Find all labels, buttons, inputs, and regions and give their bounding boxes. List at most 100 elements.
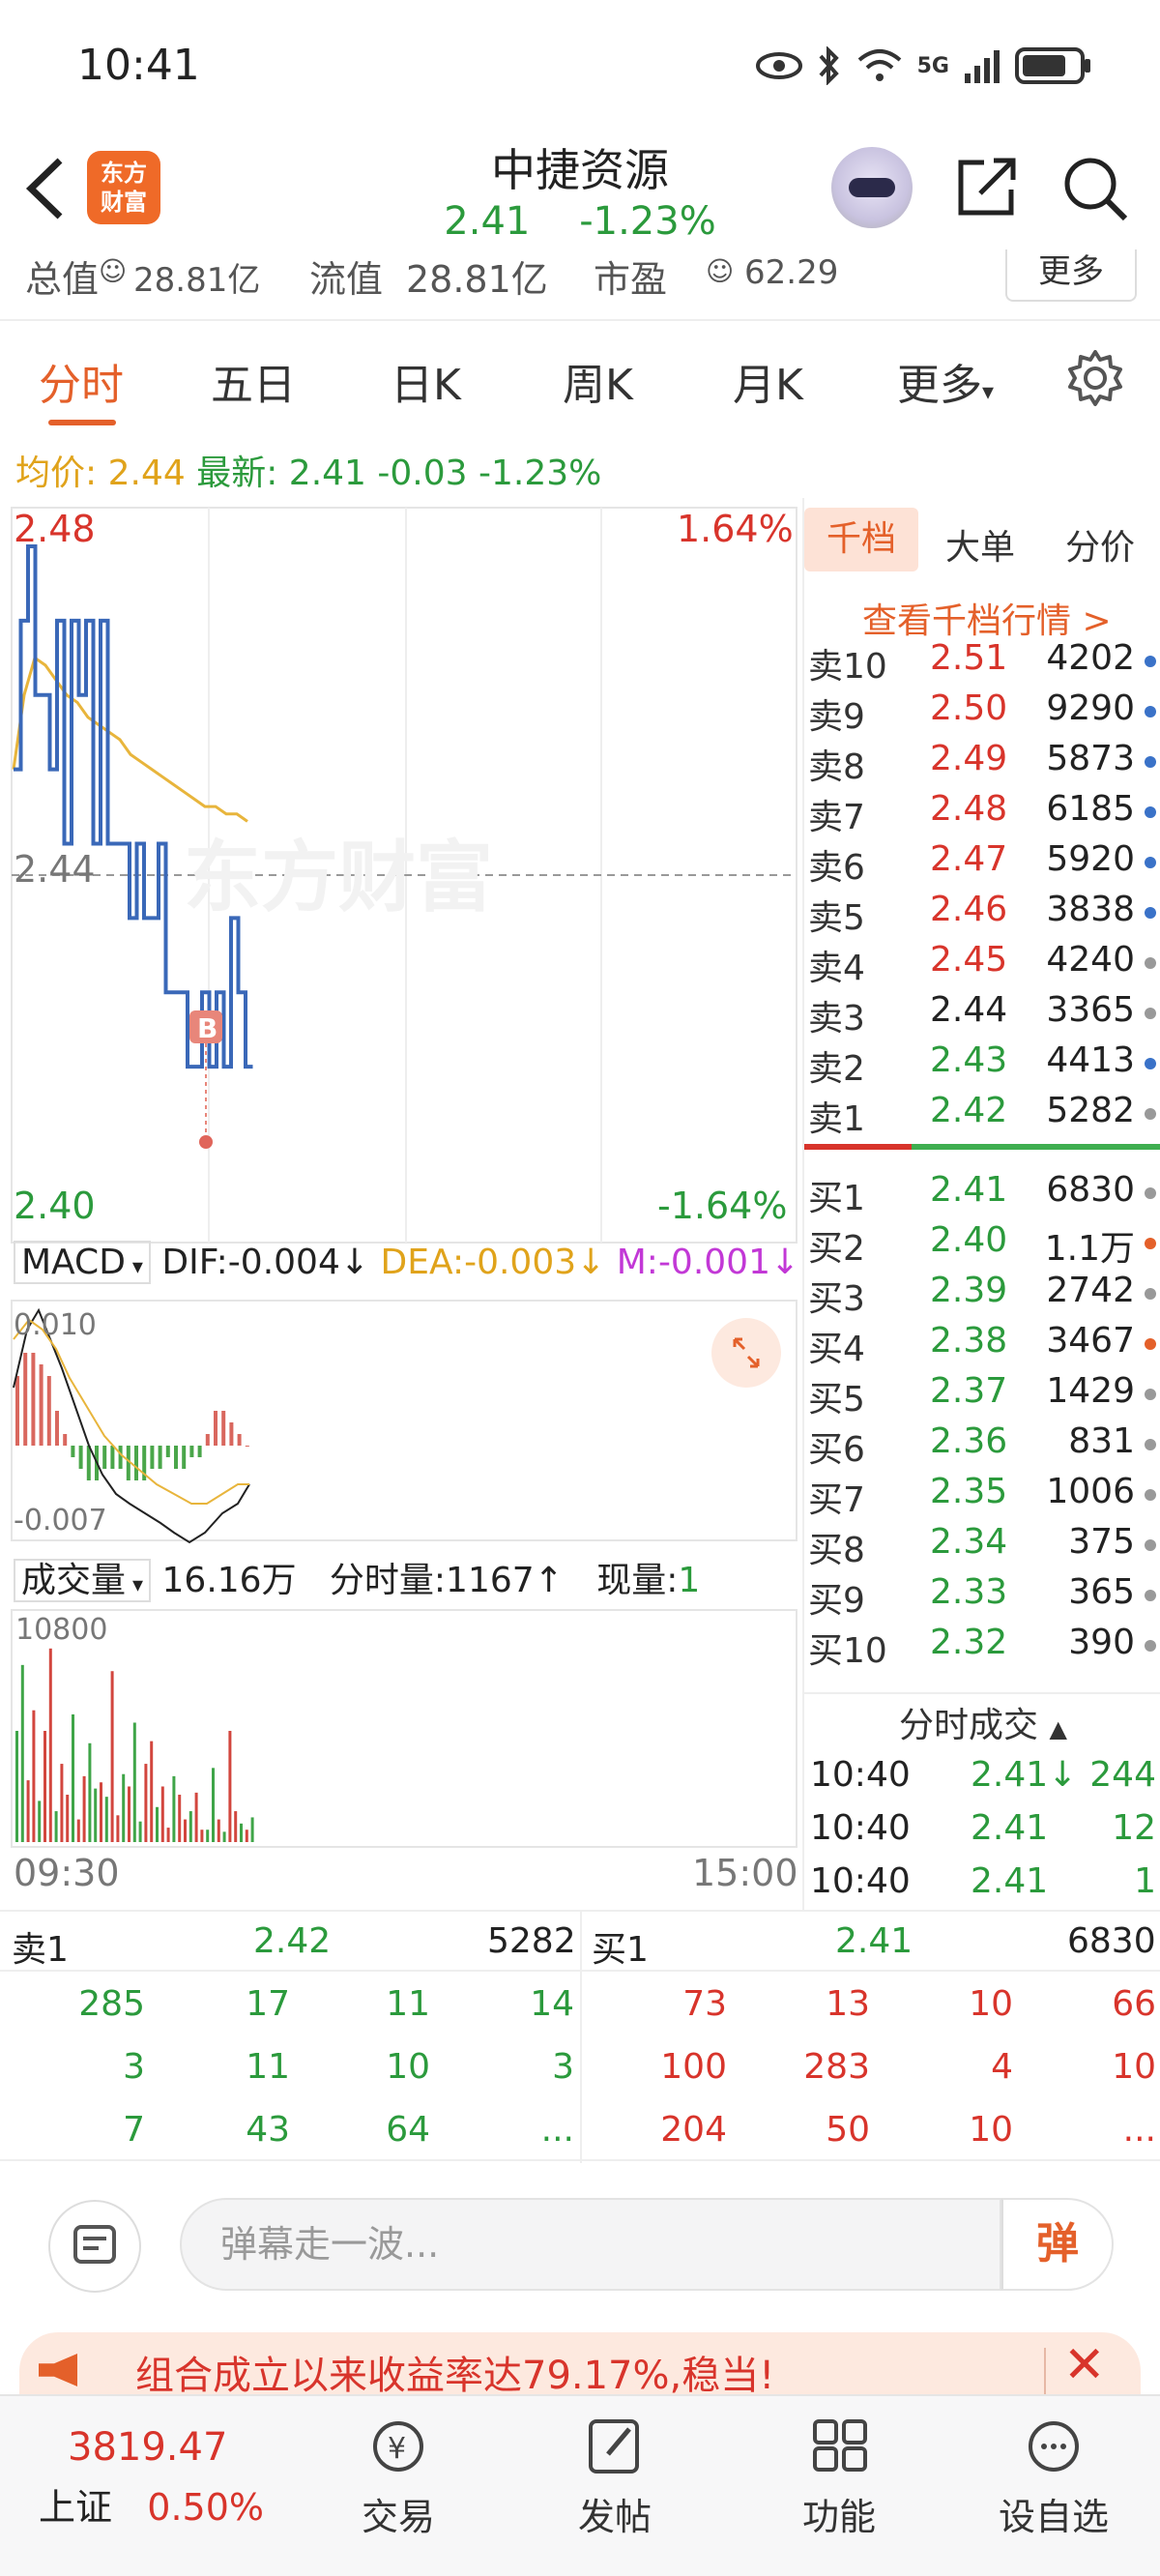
- level-volume: 4202: [1046, 638, 1135, 678]
- level-label: 买3: [808, 1279, 865, 1319]
- volume-bar: [88, 1742, 92, 1842]
- grid-icon: [813, 2419, 867, 2472]
- volume-bar: [116, 1815, 120, 1842]
- ask-row[interactable]: 卖7 2.48 6185: [804, 789, 1160, 839]
- ask-row[interactable]: 卖9 2.50 9290: [804, 688, 1160, 739]
- back-button[interactable]: [21, 155, 79, 232]
- queue-cell: 11: [386, 1984, 430, 2024]
- volume-bar: [128, 1786, 130, 1842]
- ask-row[interactable]: 卖3 2.44 3365: [804, 990, 1160, 1040]
- level-volume: 1429: [1046, 1371, 1135, 1411]
- danmu-input[interactable]: 弹幕走一波...: [180, 2198, 1001, 2291]
- bid-row[interactable]: 买4 2.38 3467: [804, 1321, 1160, 1371]
- nav-post[interactable]: 发帖: [537, 2415, 692, 2540]
- level-label: 卖4: [808, 949, 865, 988]
- change-value: -0.03: [377, 454, 468, 493]
- tab-price-distribution[interactable]: 分价: [1065, 519, 1135, 570]
- bid-row[interactable]: 买9 2.33 365: [804, 1572, 1160, 1623]
- expand-button[interactable]: [711, 1318, 781, 1388]
- ask-row[interactable]: 卖5 2.46 3838: [804, 890, 1160, 940]
- macd-bar: [150, 1446, 155, 1469]
- macd-bar: [86, 1446, 91, 1480]
- level-label: 卖7: [808, 798, 865, 837]
- tab-more[interactable]: 更多▾: [897, 350, 994, 412]
- ai-assistant-icon[interactable]: [831, 147, 913, 228]
- message-button[interactable]: [48, 2200, 141, 2293]
- level-price: 2.46: [930, 890, 1008, 929]
- tick-volume: 分时量:1167: [329, 1561, 535, 1600]
- tab-five-day[interactable]: 五日: [211, 350, 296, 412]
- level-volume: 5873: [1046, 739, 1135, 778]
- pct-low-label: -1.64%: [657, 1185, 788, 1227]
- share-icon[interactable]: [955, 155, 1019, 219]
- tab-daily-k[interactable]: 日K: [391, 350, 461, 412]
- arrow-up-icon: ↑: [534, 1561, 564, 1600]
- level-volume: 4240: [1046, 940, 1135, 980]
- y-high-label: 2.48: [14, 508, 96, 550]
- level-label: 卖6: [808, 848, 865, 888]
- nav-trade[interactable]: ¥ 交易: [321, 2415, 476, 2540]
- ask-row[interactable]: 卖2 2.43 4413: [804, 1040, 1160, 1091]
- macd-bar: [102, 1446, 107, 1469]
- chart-area[interactable]: 东方财富 B 2.48 1.64% 2.44 2.40 -1.64% MACD …: [0, 498, 802, 1910]
- tab-monthly-k[interactable]: 月K: [733, 350, 803, 412]
- queue-cell: 285: [78, 1984, 145, 2024]
- nav-post-label: 发帖: [577, 2496, 652, 2538]
- caret-down-icon: ▾: [126, 1573, 144, 1597]
- ask-row[interactable]: 卖10 2.51 4202: [804, 638, 1160, 688]
- view-levels-link[interactable]: 查看千档行情 >: [862, 593, 1112, 643]
- macd-selector[interactable]: MACD ▾: [14, 1241, 151, 1284]
- macd-bar: [63, 1434, 68, 1446]
- nav-add-watchlist[interactable]: 设自选: [976, 2415, 1131, 2540]
- tab-large-orders[interactable]: 大单: [945, 519, 1015, 570]
- trade-icon: ¥: [373, 2421, 423, 2472]
- level-marker-dot: [1145, 1539, 1156, 1551]
- current-volume: 1: [678, 1561, 701, 1600]
- level-marker-dot: [1145, 1338, 1156, 1350]
- macd-top-label: 0.010: [14, 1308, 97, 1342]
- bid-row[interactable]: 买10 2.32 390: [804, 1623, 1160, 1673]
- close-icon[interactable]: ✕: [1063, 2336, 1106, 2394]
- level-label: 买6: [808, 1430, 865, 1470]
- queue-cell: 204: [660, 2110, 727, 2150]
- danmu-send-button[interactable]: 弹: [1001, 2198, 1114, 2291]
- macd-header: MACD ▾ DIF:-0.004↓ DEA:-0.003↓ M:-0.001↓: [14, 1241, 799, 1284]
- ask-row[interactable]: 卖6 2.47 5920: [804, 839, 1160, 890]
- index-change: 0.50%: [147, 2486, 264, 2529]
- bid-row[interactable]: 买6 2.36 831: [804, 1421, 1160, 1472]
- volume-bar: [217, 1819, 220, 1842]
- queue-cell: 283: [803, 2047, 870, 2087]
- tab-intraday[interactable]: 分时: [39, 350, 124, 412]
- search-icon[interactable]: [1061, 155, 1129, 222]
- float-value: 28.81亿: [406, 258, 548, 301]
- tick-trades-label: 分时成交: [899, 1706, 1039, 1745]
- volume-selector[interactable]: 成交量 ▾: [14, 1559, 152, 1602]
- macd-bars: [15, 1353, 249, 1480]
- gear-icon[interactable]: [1065, 348, 1125, 408]
- nav-functions[interactable]: 功能: [762, 2415, 916, 2540]
- app-logo[interactable]: 东方 财富: [87, 151, 160, 224]
- bid-row[interactable]: 买3 2.39 2742: [804, 1271, 1160, 1321]
- more-metrics-button[interactable]: 更多: [1005, 249, 1137, 302]
- volume-bar: [234, 1811, 238, 1842]
- index-widget[interactable]: 3819.47 上证 0.50%: [39, 2425, 309, 2531]
- latest-value: 2.41: [288, 454, 366, 493]
- bid-row[interactable]: 买7 2.35 1006: [804, 1472, 1160, 1522]
- chevron-left-icon: [25, 158, 63, 220]
- edit-icon: [589, 2419, 639, 2474]
- tab-thousand-levels[interactable]: 千档: [804, 508, 918, 571]
- avg-label: 均价:: [15, 454, 98, 493]
- bid-row[interactable]: 买1 2.41 6830: [804, 1170, 1160, 1220]
- bid-row[interactable]: 买2 2.40 1.1万: [804, 1220, 1160, 1271]
- level-label: 买4: [808, 1330, 865, 1369]
- tick-trades-title[interactable]: 分时成交 ▲: [804, 1697, 1160, 1747]
- queue-sell-price: 2.42: [253, 1921, 332, 1961]
- tab-weekly-k[interactable]: 周K: [563, 350, 633, 412]
- ask-row[interactable]: 卖1 2.42 5282: [804, 1091, 1160, 1141]
- level-label: 卖9: [808, 697, 865, 737]
- bid-row[interactable]: 买8 2.34 375: [804, 1522, 1160, 1572]
- macd-bar: [71, 1446, 75, 1457]
- ask-row[interactable]: 卖4 2.45 4240: [804, 940, 1160, 990]
- ask-row[interactable]: 卖8 2.49 5873: [804, 739, 1160, 789]
- bid-row[interactable]: 买5 2.37 1429: [804, 1371, 1160, 1421]
